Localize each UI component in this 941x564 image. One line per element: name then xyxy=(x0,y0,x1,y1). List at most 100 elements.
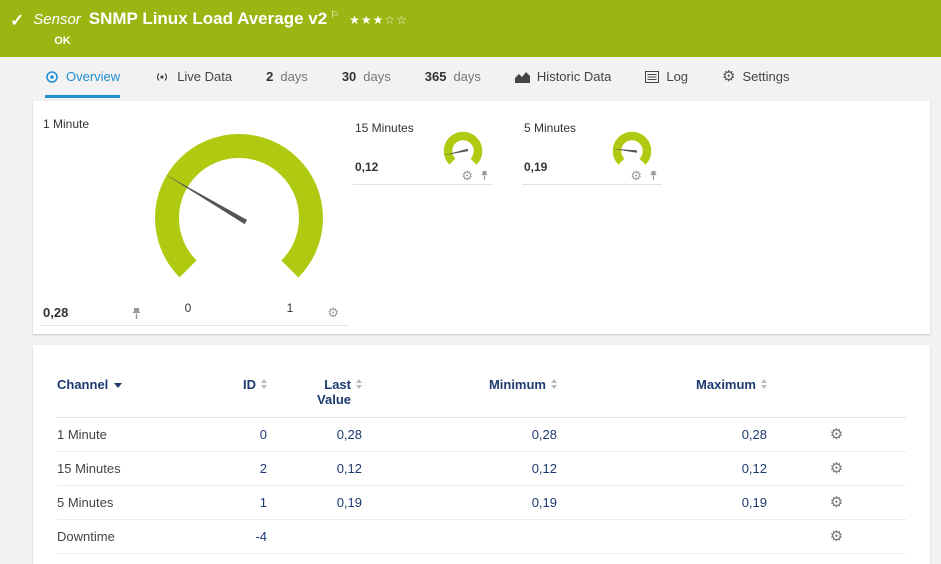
tab-label: days xyxy=(280,69,308,84)
gauge-settings-gear-icon[interactable]: ⚙ xyxy=(461,169,473,182)
channel-settings-gear-icon[interactable]: ⚙ xyxy=(830,460,843,477)
gauge-settings-gear-icon[interactable]: ⚙ xyxy=(630,169,642,182)
gauge-15-minutes: 15 Minutes 0,12 ⚙ xyxy=(353,117,493,185)
tab-historic-data[interactable]: Historic Data xyxy=(514,58,612,98)
column-label: Last Value xyxy=(317,377,351,407)
tab-number: 2 xyxy=(266,69,274,84)
gauge-value: 0,28 xyxy=(43,305,69,320)
cell-minimum: 0,12 xyxy=(362,451,557,486)
channel-table-panel: Channel ID Last Value Minimum Maximum 1 … xyxy=(33,345,930,564)
tab-number: 30 xyxy=(341,69,357,84)
chevron-down-icon xyxy=(114,383,123,389)
gauges-panel: 1 Minute 0 1 0,28 ⚙ 15 Minutes 0,12 ⚙ 5 … xyxy=(33,101,930,334)
pin-icon[interactable] xyxy=(649,170,658,181)
channel-table: Channel ID Last Value Minimum Maximum 1 … xyxy=(57,371,906,554)
table-row: 5 Minutes 1 0,19 0,19 0,19 ⚙ xyxy=(57,485,906,520)
gauge-dial xyxy=(612,131,652,169)
gauge-dial: 0 1 xyxy=(154,134,323,315)
sort-icon xyxy=(761,377,767,389)
tab-2-days[interactable]: 2 days xyxy=(266,58,308,98)
gauge-5-minutes: 5 Minutes 0,19 ⚙ xyxy=(522,117,662,185)
column-label: Minimum xyxy=(488,377,546,392)
tab-live-data[interactable]: Live Data xyxy=(154,58,232,98)
priority-stars[interactable]: ★★★☆☆ xyxy=(349,13,408,27)
sensor-tabbar: Overview Live Data 2 days 30 days 365 da… xyxy=(0,58,941,98)
table-row: 1 Minute 0 0,28 0,28 0,28 ⚙ xyxy=(57,417,906,452)
column-header-last-value[interactable]: Last Value xyxy=(267,371,362,418)
gauge-1-minute: 1 Minute 0 1 0,28 ⚙ xyxy=(41,111,349,326)
tab-overview[interactable]: Overview xyxy=(45,58,121,98)
cell-maximum: 0,19 xyxy=(557,485,767,520)
tab-label: days xyxy=(363,69,391,84)
channel-settings-gear-icon[interactable]: ⚙ xyxy=(830,426,843,443)
status-check-icon: ✓ xyxy=(10,11,25,30)
gauge-value: 0,12 xyxy=(355,160,379,174)
column-header-maximum[interactable]: Maximum xyxy=(557,371,767,418)
cell-maximum xyxy=(557,519,767,554)
cell-last-value: 0,12 xyxy=(267,451,362,486)
cell-id: -4 xyxy=(207,519,267,554)
tab-label: Log xyxy=(666,69,689,84)
tab-settings[interactable]: ⚙ Settings xyxy=(722,58,789,98)
table-header-row: Channel ID Last Value Minimum Maximum xyxy=(57,371,906,418)
tab-30-days[interactable]: 30 days xyxy=(342,58,391,98)
live-data-icon xyxy=(154,71,170,83)
log-icon xyxy=(645,70,660,83)
cell-channel: Downtime xyxy=(57,519,207,554)
column-header-id[interactable]: ID xyxy=(207,371,267,418)
flag-icon[interactable]: ⚐ xyxy=(330,10,339,21)
gauge-settings-gear-icon[interactable]: ⚙ xyxy=(327,306,339,319)
column-header-edit xyxy=(767,371,906,418)
gauge-value: 0,19 xyxy=(524,160,548,174)
stars-filled[interactable]: ★★★ xyxy=(349,13,384,27)
table-row: Downtime -4 ⚙ xyxy=(57,519,906,554)
column-label: ID xyxy=(243,377,256,392)
sort-icon xyxy=(356,377,362,389)
tab-label: days xyxy=(453,69,481,84)
cell-maximum: 0,28 xyxy=(557,417,767,452)
sort-icon xyxy=(551,377,557,389)
column-label: Channel xyxy=(57,377,109,392)
channel-settings-gear-icon[interactable]: ⚙ xyxy=(830,494,843,511)
tab-number: 365 xyxy=(424,69,447,84)
column-header-minimum[interactable]: Minimum xyxy=(362,371,557,418)
tab-label: Settings xyxy=(742,69,790,84)
cell-id: 0 xyxy=(207,417,267,452)
gauge-name: 15 Minutes xyxy=(355,121,414,135)
table-row: 15 Minutes 2 0,12 0,12 0,12 ⚙ xyxy=(57,451,906,486)
cell-last-value: 0,19 xyxy=(267,485,362,520)
stars-empty[interactable]: ☆☆ xyxy=(384,13,408,27)
column-label: Maximum xyxy=(696,377,756,392)
cell-id: 1 xyxy=(207,485,267,520)
sensor-kind-label: Sensor xyxy=(33,11,81,28)
tab-label: Overview xyxy=(66,69,121,84)
tab-365-days[interactable]: 365 days xyxy=(425,58,481,98)
channel-settings-gear-icon[interactable]: ⚙ xyxy=(830,528,843,545)
gear-icon: ⚙ xyxy=(722,68,736,85)
cell-channel: 5 Minutes xyxy=(57,485,207,520)
pin-icon[interactable] xyxy=(480,170,489,181)
cell-channel: 15 Minutes xyxy=(57,451,207,486)
tab-label: Live Data xyxy=(177,69,233,84)
historic-data-icon xyxy=(514,71,530,83)
gauge-name: 5 Minutes xyxy=(524,121,577,135)
tab-label: Historic Data xyxy=(536,69,612,84)
gauge-dial xyxy=(443,131,483,169)
cell-id: 2 xyxy=(207,451,267,486)
cell-minimum xyxy=(362,519,557,554)
tab-log[interactable]: Log xyxy=(645,58,688,98)
column-header-channel[interactable]: Channel xyxy=(57,371,207,418)
gauge-name: 1 Minute xyxy=(43,117,90,131)
sort-icon xyxy=(261,377,267,389)
cell-minimum: 0,28 xyxy=(362,417,557,452)
sensor-header: ✓ Sensor SNMP Linux Load Average v2 ⚐ ★★… xyxy=(0,0,941,57)
sensor-title-box: Sensor SNMP Linux Load Average v2 ⚐ ★★★☆… xyxy=(33,9,408,47)
status-badge: OK xyxy=(54,35,71,47)
gauge-arc xyxy=(443,131,483,169)
cell-last-value: 0,28 xyxy=(267,417,362,452)
pin-icon[interactable] xyxy=(131,307,142,320)
cell-last-value xyxy=(267,519,362,554)
cell-minimum: 0,19 xyxy=(362,485,557,520)
cell-channel: 1 Minute xyxy=(57,417,207,452)
page-title: SNMP Linux Load Average v2 xyxy=(88,9,328,28)
